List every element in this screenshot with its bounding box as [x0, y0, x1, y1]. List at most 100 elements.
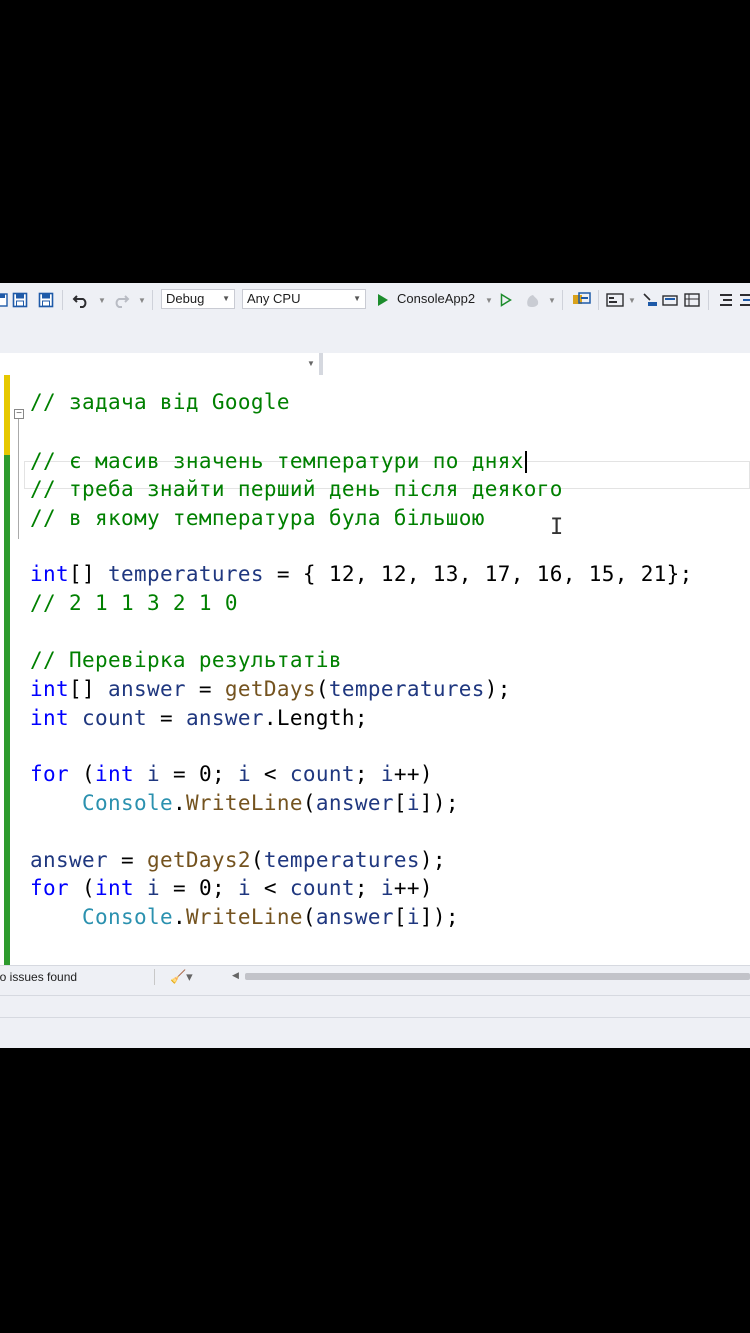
code-token: = 0;: [159, 876, 238, 900]
chevron-down-icon: ▼: [353, 294, 361, 303]
platform-value: Any CPU: [247, 291, 301, 306]
code-line: // є масив значень температури по днях: [30, 447, 527, 475]
save-all-icon-2[interactable]: [38, 292, 54, 308]
code-token: i: [380, 762, 394, 786]
code-token: .: [172, 791, 186, 815]
code-token: answer: [315, 791, 394, 815]
run-target-label[interactable]: ConsoleApp2: [397, 291, 475, 306]
code-token: =: [107, 848, 147, 872]
chevron-down-icon[interactable]: ▼: [307, 359, 315, 368]
code-token: .: [263, 706, 277, 730]
code-token: []: [68, 562, 108, 586]
toolbox-icon[interactable]: [572, 292, 592, 308]
chevron-down-icon: ▼: [222, 294, 230, 303]
issues-status[interactable]: lo issues found: [0, 970, 77, 984]
hot-reload-dropdown-icon[interactable]: ▼: [548, 292, 556, 308]
code-line: Console.WriteLine(answer[i]);: [30, 789, 459, 817]
code-token: <: [250, 762, 290, 786]
start-icon[interactable]: [377, 292, 389, 308]
configuration-dropdown[interactable]: Debug ▼: [161, 289, 235, 309]
code-token: ;: [354, 706, 368, 730]
main-toolbar: ▼ ▼ Debug ▼ Any CPU ▼ ConsoleApp2 ▼ ▼ ▼: [0, 283, 750, 317]
code-token: temperatures: [328, 677, 485, 701]
ide-window: ▼ ▼ Debug ▼ Any CPU ▼ ConsoleApp2 ▼ ▼ ▼ …: [0, 283, 750, 1048]
hot-reload-icon[interactable]: [524, 292, 542, 308]
code-token: // 2 1 1 3 2 1 0: [30, 591, 238, 615]
breakpoint-icon[interactable]: [662, 292, 680, 308]
navigation-splitter[interactable]: [319, 353, 323, 375]
layout-icon[interactable]: [606, 292, 624, 308]
saved-change-indicator: [4, 455, 10, 965]
code-token: count: [81, 706, 147, 730]
platform-dropdown[interactable]: Any CPU ▼: [242, 289, 366, 309]
code-line: for (int i = 0; i < count; i++): [30, 760, 433, 788]
code-token: // Перевірка результатів: [30, 648, 342, 672]
ibeam-cursor-icon: I: [550, 515, 564, 540]
comment-icon[interactable]: [718, 292, 734, 308]
layout-dropdown-icon[interactable]: ▼: [628, 292, 636, 308]
collapse-icon[interactable]: −: [14, 409, 24, 419]
configuration-value: Debug: [166, 291, 205, 306]
code-token: [: [393, 791, 407, 815]
code-token: int: [30, 706, 69, 730]
code-token: int: [94, 762, 134, 786]
undo-icon[interactable]: [72, 292, 90, 308]
code-token: ++): [393, 762, 433, 786]
code-token: <: [250, 876, 290, 900]
code-token: ++): [393, 876, 433, 900]
toolbar-separator: [152, 290, 153, 310]
code-token: getDays: [224, 677, 316, 701]
redo-icon[interactable]: [112, 292, 130, 308]
save-all-icon[interactable]: [12, 292, 28, 308]
code-line: int[] answer = getDays(temperatures);: [30, 675, 511, 703]
scroll-left-icon[interactable]: ◀: [232, 970, 239, 981]
code-token: Console: [81, 905, 173, 929]
code-token: (: [315, 677, 329, 701]
code-token: ]);: [419, 905, 459, 929]
uncomment-icon[interactable]: [738, 292, 750, 308]
editor-navigation-bar: ▼: [0, 353, 750, 376]
code-token: answer: [30, 848, 108, 872]
code-token: i: [380, 876, 394, 900]
horizontal-scrollbar-thumb[interactable]: [245, 973, 750, 980]
code-line: // Перевірка результатів: [30, 646, 342, 674]
code-token: getDays2: [146, 848, 251, 872]
save-icon[interactable]: [0, 292, 8, 308]
code-token: i: [237, 876, 251, 900]
toolbar-separator: [562, 290, 563, 310]
run-target-dropdown-icon[interactable]: ▼: [485, 292, 493, 308]
code-line: // треба знайти перший день після деяког…: [30, 475, 563, 503]
code-token: temperatures: [107, 562, 264, 586]
code-token: // треба знайти перший день після деяког…: [30, 477, 563, 501]
code-token: (: [68, 876, 95, 900]
code-token: ;: [354, 762, 381, 786]
code-token: (: [68, 762, 95, 786]
code-cleanup-icon[interactable]: 🧹▾: [170, 969, 193, 985]
code-token: for: [30, 876, 69, 900]
code-token: );: [484, 677, 511, 701]
step-icon[interactable]: [642, 292, 658, 308]
code-token: []: [68, 677, 108, 701]
code-line: Console.WriteLine(answer[i]);: [30, 903, 459, 931]
redo-dropdown-icon[interactable]: ▼: [138, 292, 146, 308]
code-token: ;: [354, 876, 381, 900]
secondary-toolbar: [0, 317, 750, 354]
code-token: answer: [185, 706, 264, 730]
format-icon[interactable]: [684, 292, 700, 308]
start-without-debugging-icon[interactable]: [500, 292, 512, 308]
code-token: =: [185, 677, 225, 701]
code-token: WriteLine: [185, 905, 303, 929]
code-token: i: [146, 762, 160, 786]
code-line: // 2 1 1 3 2 1 0: [30, 589, 238, 617]
code-token: i: [237, 762, 251, 786]
code-token: ]);: [419, 791, 459, 815]
code-editor[interactable]: − // задача від Google // є масив значен…: [0, 375, 750, 965]
undo-dropdown-icon[interactable]: ▼: [98, 292, 106, 308]
code-token: int: [94, 876, 134, 900]
code-line: answer = getDays2(temperatures);: [30, 846, 446, 874]
code-line: int count = answer.Length;: [30, 704, 368, 732]
code-token: .: [172, 905, 186, 929]
